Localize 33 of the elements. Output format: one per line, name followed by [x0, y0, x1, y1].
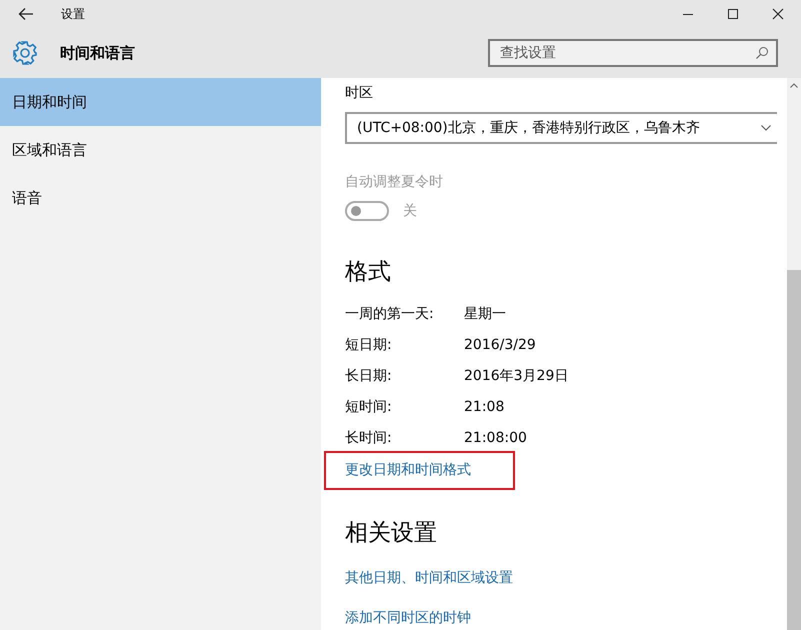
- format-value: 21:08: [464, 398, 504, 417]
- format-value: 2016年3月29日: [464, 367, 568, 386]
- format-value: 星期一: [464, 305, 506, 324]
- chevron-down-icon: [761, 125, 771, 131]
- format-label: 长时间:: [345, 429, 393, 448]
- sidebar-item[interactable]: 日期和时间: [0, 78, 321, 126]
- timezone-label: 时区: [345, 84, 374, 103]
- search-icon[interactable]: [755, 46, 769, 60]
- window-title: 设置: [61, 6, 85, 22]
- scroll-up-icon[interactable]: [790, 83, 798, 88]
- toggle-state: 关: [403, 202, 417, 220]
- format-label: 短时间:: [345, 398, 393, 417]
- back-arrow-icon[interactable]: [18, 7, 34, 21]
- scrollbar-thumb[interactable]: [787, 270, 801, 630]
- section-heading: 相关设置: [345, 519, 438, 548]
- page-title: 时间和语言: [60, 44, 135, 62]
- timezone-dropdown[interactable]: (UTC+08:00)北京，重庆，香港特别行政区，乌鲁木齐: [345, 112, 777, 144]
- format-label: 长日期:: [345, 367, 393, 386]
- settings-link[interactable]: 其他日期、时间和区域设置: [345, 570, 513, 586]
- maximize-icon[interactable]: [727, 8, 739, 20]
- close-icon[interactable]: [772, 8, 784, 20]
- sidebar-item[interactable]: 区域和语言: [0, 126, 321, 174]
- gear-icon: [12, 40, 38, 66]
- format-value: 2016/3/29: [464, 336, 536, 355]
- format-label: 短日期:: [345, 336, 393, 355]
- format-value: 21:08:00: [464, 429, 527, 448]
- format-label: 一周的第一天:: [345, 305, 435, 324]
- search-field[interactable]: 查找设置: [488, 39, 778, 67]
- sidebar-item[interactable]: 语音: [0, 174, 321, 222]
- change-format-link[interactable]: 更改日期和时间格式: [326, 452, 513, 488]
- dst-label: 自动调整夏令时: [345, 173, 444, 192]
- section-heading: 格式: [345, 258, 392, 287]
- settings-link[interactable]: 添加不同时区的时钟: [345, 610, 471, 626]
